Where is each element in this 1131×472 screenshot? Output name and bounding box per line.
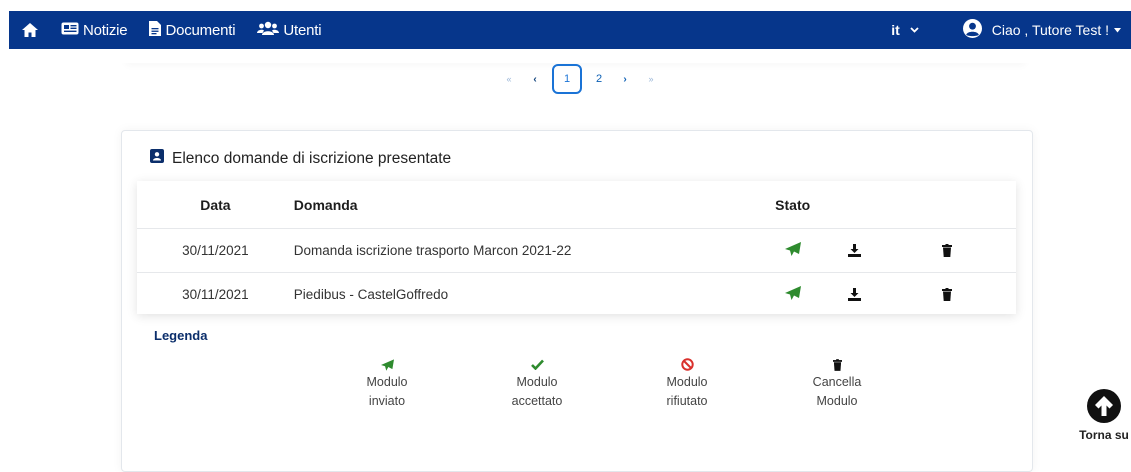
check-icon bbox=[530, 357, 544, 372]
top-navbar: Notizie Documenti Utenti it Ciao , Tutor… bbox=[9, 11, 1131, 49]
download-icon[interactable] bbox=[831, 244, 879, 257]
pagination-first[interactable]: « bbox=[496, 65, 522, 93]
trash-icon bbox=[832, 357, 842, 372]
paper-plane-icon bbox=[755, 286, 831, 303]
back-to-top-button[interactable]: Torna su bbox=[1077, 389, 1131, 442]
pagination-next[interactable]: › bbox=[612, 65, 638, 93]
legend-label-line2: accettato bbox=[511, 394, 563, 408]
legend-item-rejected: Modulo rifiutato bbox=[612, 357, 762, 411]
column-header-stato[interactable]: Stato bbox=[755, 197, 831, 213]
legend-label-line1: Cancella bbox=[812, 375, 862, 389]
legend-item-delete: Cancella Modulo bbox=[762, 357, 912, 411]
address-book-icon bbox=[150, 149, 172, 168]
back-to-top-label: Torna su bbox=[1079, 428, 1129, 442]
legend-label-line1: Modulo bbox=[366, 375, 408, 389]
table-row: 30/11/2021 Piedibus - CastelGoffredo bbox=[137, 273, 1016, 316]
row-application[interactable]: Piedibus - CastelGoffredo bbox=[294, 287, 755, 302]
table-row: 30/11/2021 Domanda iscrizione trasporto … bbox=[137, 229, 1016, 273]
nav-link-label: Documenti bbox=[165, 21, 236, 39]
table-header: Data Domanda Stato bbox=[137, 181, 1016, 229]
nav-left: Notizie Documenti Utenti bbox=[9, 11, 343, 49]
header-shadow bbox=[120, 49, 1031, 63]
pagination-page-1[interactable]: 1 bbox=[552, 64, 582, 94]
newspaper-icon bbox=[61, 22, 83, 39]
row-date: 30/11/2021 bbox=[182, 243, 249, 258]
pagination-prev[interactable]: ‹ bbox=[522, 65, 548, 93]
legend-item-sent: Modulo inviato bbox=[312, 357, 462, 411]
trash-icon[interactable] bbox=[878, 244, 1016, 257]
trash-icon[interactable] bbox=[878, 288, 1016, 301]
legend-label-line2: rifiutato bbox=[666, 394, 708, 408]
paper-plane-icon bbox=[380, 357, 394, 372]
arrow-up-icon bbox=[1087, 389, 1121, 423]
nav-link-label: Notizie bbox=[83, 21, 128, 39]
legend-title: Legenda bbox=[154, 328, 208, 343]
row-application[interactable]: Domanda iscrizione trasporto Marcon 2021… bbox=[294, 243, 755, 258]
legend-item-accepted: Modulo accettato bbox=[462, 357, 612, 411]
pagination-page-2[interactable]: 2 bbox=[586, 65, 612, 93]
applications-table: Data Domanda Stato 30/11/2021 Domanda is… bbox=[137, 181, 1016, 314]
user-greeting: Ciao , Tutore Test ! bbox=[991, 22, 1109, 38]
users-icon bbox=[257, 21, 283, 39]
legend-label-line2: Modulo bbox=[816, 394, 858, 408]
download-icon[interactable] bbox=[831, 288, 879, 301]
home-icon[interactable] bbox=[21, 20, 41, 40]
user-circle-icon bbox=[962, 19, 992, 41]
nav-link-label: Utenti bbox=[283, 21, 322, 39]
legend: Modulo inviato Modulo accettato Modulo r… bbox=[312, 357, 912, 411]
user-menu[interactable]: Ciao , Tutore Test ! bbox=[962, 19, 1131, 41]
pagination-last[interactable]: » bbox=[638, 65, 664, 93]
ban-icon bbox=[680, 357, 694, 372]
legend-label-line1: Modulo bbox=[516, 375, 558, 389]
legend-label-line2: inviato bbox=[368, 394, 406, 408]
chevron-down-icon bbox=[910, 25, 919, 36]
caret-down-icon bbox=[1114, 25, 1131, 35]
nav-link-utenti[interactable]: Utenti bbox=[257, 21, 322, 39]
language-label: it bbox=[891, 22, 900, 38]
column-header-domanda[interactable]: Domanda bbox=[294, 197, 755, 213]
pagination: « ‹ 1 2 › » bbox=[496, 64, 664, 94]
column-header-data[interactable]: Data bbox=[137, 197, 294, 213]
legend-label-line1: Modulo bbox=[666, 375, 708, 389]
document-icon bbox=[149, 20, 165, 40]
card-title: Elenco domande di iscrizione presentate bbox=[150, 149, 451, 168]
nav-right: it Ciao , Tutore Test ! bbox=[891, 11, 1131, 49]
nav-link-notizie[interactable]: Notizie bbox=[61, 21, 128, 39]
applications-card: Elenco domande di iscrizione presentate … bbox=[121, 130, 1033, 472]
language-selector[interactable]: it bbox=[891, 22, 919, 38]
card-title-text: Elenco domande di iscrizione presentate bbox=[172, 149, 452, 167]
row-date: 30/11/2021 bbox=[182, 287, 249, 302]
nav-link-documenti[interactable]: Documenti bbox=[149, 20, 236, 40]
paper-plane-icon bbox=[755, 242, 831, 259]
